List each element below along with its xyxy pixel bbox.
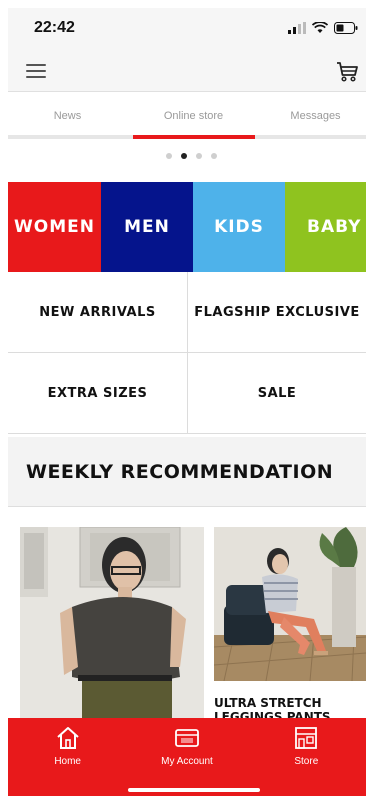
bottom-nav: Home My Account Store: [8, 718, 366, 796]
category-women[interactable]: WOMEN: [8, 182, 101, 272]
cart-icon[interactable]: [334, 58, 360, 84]
status-bar: 22:42: [8, 8, 366, 50]
new-arrivals-link[interactable]: NEW ARRIVALS: [8, 272, 187, 352]
nav-home-label: Home: [54, 756, 81, 767]
flagship-exclusive-link[interactable]: FLAGSHIP EXCLUSIVE: [187, 272, 366, 352]
category-row: WOMEN MEN KIDS BABY: [8, 182, 366, 272]
category-baby[interactable]: BABY: [285, 182, 366, 272]
home-indicator: [128, 788, 260, 792]
home-icon: [56, 727, 79, 749]
menu-icon[interactable]: [26, 62, 48, 80]
recommendation-photo-2[interactable]: [214, 527, 366, 681]
weekly-title: WEEKLY RECOMMENDATION: [26, 461, 334, 483]
grid-row: EXTRA SIZES SALE: [8, 353, 366, 434]
grid-row: NEW ARRIVALS FLAGSHIP EXCLUSIVE: [8, 272, 366, 353]
page-dot: [211, 153, 217, 159]
nav-store-label: Store: [294, 756, 319, 767]
store-icon: [295, 727, 318, 749]
status-time: 22:42: [34, 19, 75, 36]
tab-news[interactable]: News: [8, 93, 127, 139]
page-dot: [166, 153, 172, 159]
account-card-icon: [175, 729, 199, 747]
wifi-icon: [312, 22, 328, 33]
shortcut-grid: NEW ARRIVALS FLAGSHIP EXCLUSIVE EXTRA SI…: [8, 272, 366, 434]
category-kids[interactable]: KIDS: [193, 182, 285, 272]
category-men[interactable]: MEN: [101, 182, 193, 272]
nav-store[interactable]: Store: [247, 718, 366, 796]
tab-online-store[interactable]: Online store: [134, 93, 253, 139]
status-icons: [288, 22, 358, 34]
tab-active-indicator: [133, 135, 255, 139]
extra-sizes-link[interactable]: EXTRA SIZES: [8, 353, 187, 433]
page-dot: [196, 153, 202, 159]
page-indicator: [166, 153, 217, 159]
recommendation-photo-1[interactable]: [20, 527, 204, 727]
app-header: [8, 50, 366, 92]
nav-home[interactable]: Home: [8, 718, 127, 796]
nav-my-account[interactable]: My Account: [127, 718, 246, 796]
battery-icon: [334, 22, 358, 34]
page-dot-active: [181, 153, 187, 159]
sale-link[interactable]: SALE: [187, 353, 366, 433]
top-tabs: News Online store Messages: [8, 93, 366, 139]
signal-icon: [288, 22, 306, 34]
weekly-header: WEEKLY RECOMMENDATION: [8, 437, 366, 507]
nav-my-account-label: My Account: [161, 756, 213, 767]
tab-messages[interactable]: Messages: [256, 93, 366, 139]
